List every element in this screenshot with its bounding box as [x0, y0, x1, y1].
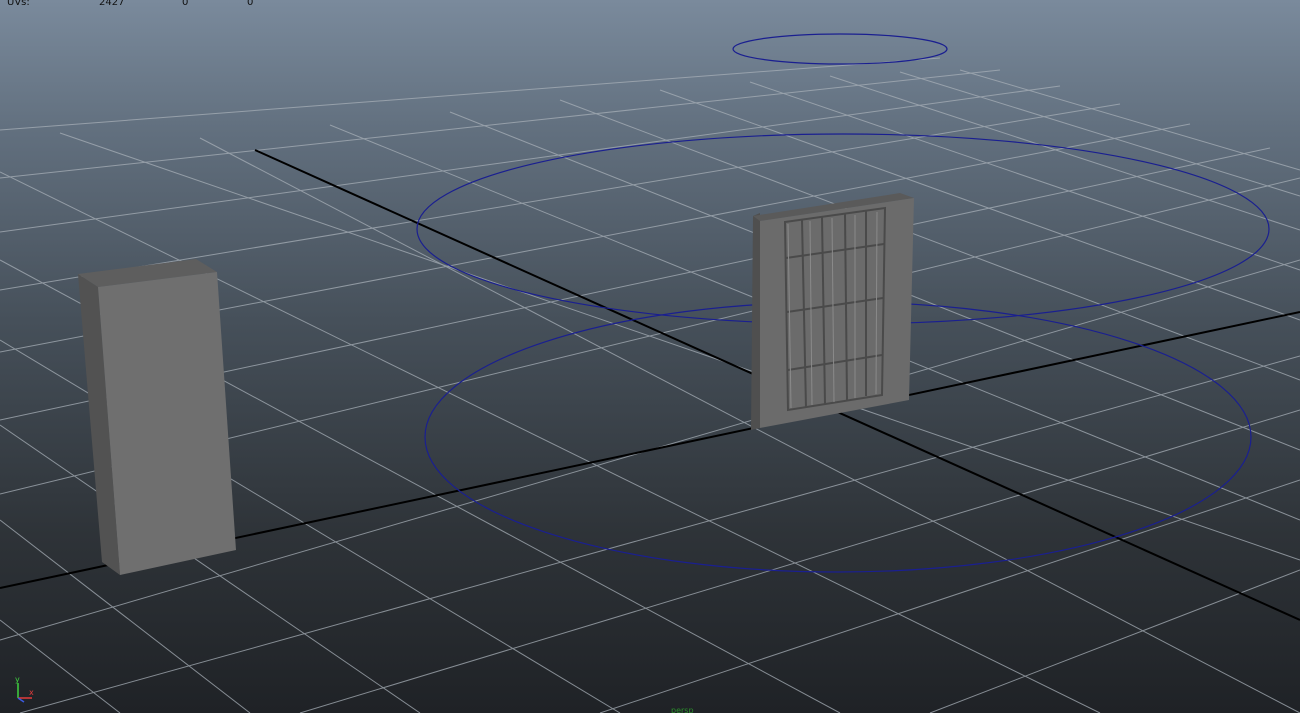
axis-x-label: x: [29, 688, 34, 697]
view-axis-gizmo: y x: [10, 675, 40, 704]
hud-uvs-label: UVs:: [7, 0, 30, 8]
perspective-viewport[interactable]: UVs: 2427 0 0 y x persp: [0, 0, 1300, 713]
hud-uvs-value-object: 2427: [99, 0, 125, 8]
door-side-face: [751, 213, 760, 430]
scene-canvas[interactable]: [0, 0, 1300, 713]
circle-small-top[interactable]: [732, 33, 948, 65]
hud-uvs-value-component: 0: [247, 0, 254, 8]
box-front-face: [98, 272, 236, 575]
axis-y-label: y: [15, 676, 20, 684]
door-mesh[interactable]: [751, 193, 914, 430]
hud-uvs-value-selected: 0: [182, 0, 189, 8]
camera-name-label: persp: [671, 706, 694, 713]
box-mesh[interactable]: [78, 259, 236, 575]
door-front-face: [760, 198, 914, 428]
